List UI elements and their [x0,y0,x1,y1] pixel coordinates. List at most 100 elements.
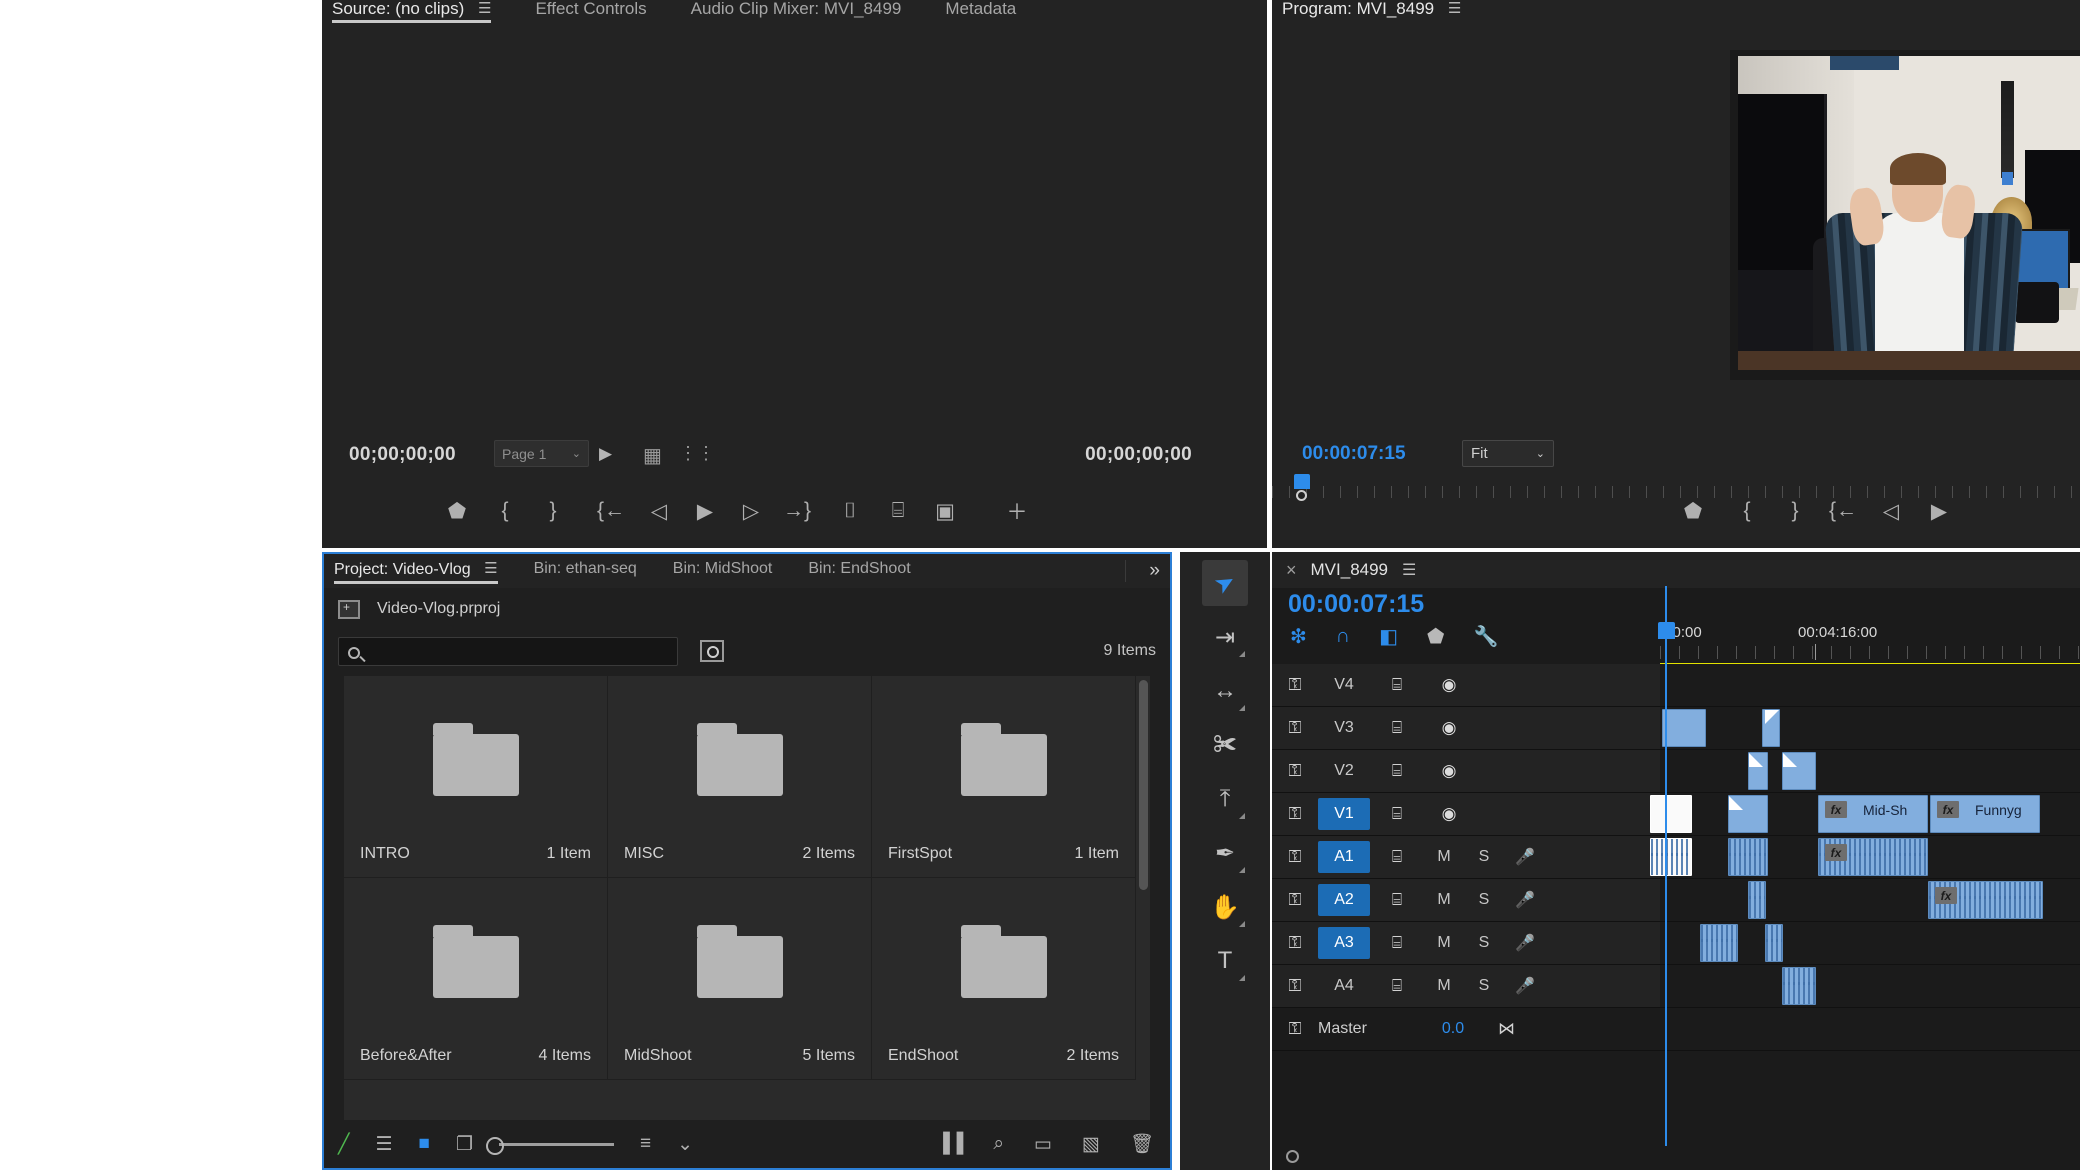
timeline-track-a2[interactable]: ⚿ A2 ⌸ M S 🎤 fx [1272,879,2080,922]
eye-icon[interactable]: ◉ [1424,761,1474,781]
mark-out-button[interactable]: } [1772,491,1818,531]
button-editor-button[interactable]: ＋ [994,491,1040,531]
project-grid-scrollbar[interactable] [1139,680,1148,890]
lock-icon[interactable]: ⚿ [1272,804,1318,824]
program-playhead-marker[interactable] [1294,474,1310,489]
linked-selection-toggle[interactable]: ❇ [1290,624,1307,649]
pan-icon[interactable]: ⋈ [1498,1019,1515,1039]
timeline-playhead-timecode[interactable]: 00:00:07:15 [1288,590,1424,619]
timeline-clip[interactable] [1762,709,1780,747]
lock-icon[interactable]: ⚿ [1272,847,1318,867]
tab-source[interactable]: Source: (no clips) ☰ [332,0,492,23]
mute-button[interactable]: M [1424,934,1464,952]
source-monitor-stage[interactable] [322,26,1267,428]
mark-out-button[interactable]: } [530,491,576,531]
close-icon[interactable]: × [1286,560,1297,581]
tab-metadata[interactable]: Metadata [945,0,1016,22]
tab-overflow-icon[interactable]: » [1149,560,1160,582]
new-item-button[interactable]: ▧ [1082,1132,1100,1156]
timeline-track-v1[interactable]: ⚿ V1 ⌸ ◉ fx Mid-Sh fx Funnyg [1272,793,2080,836]
track-name-a4[interactable]: A4 [1318,970,1370,1002]
eye-icon[interactable]: ◉ [1424,804,1474,824]
timeline-settings-button[interactable]: 🔧 [1473,624,1498,649]
settings-filmstrip-icon[interactable]: ▦ [643,443,662,468]
go-to-in-button[interactable]: {← [588,491,634,531]
ripple-edit-tool[interactable]: ↔ [1202,668,1248,714]
pen-tool[interactable]: ✒ [1202,830,1248,876]
timeline-track-v2[interactable]: ⚿ V2 ⌸ ◉ [1272,750,2080,793]
clip-fade-handle[interactable] [1729,796,1743,810]
sort-chevron-icon[interactable]: ⌄ [677,1133,693,1156]
track-sync-lock-icon[interactable]: ⌸ [1370,847,1424,867]
track-body-v4[interactable] [1660,664,2080,706]
lock-icon[interactable]: ⚿ [1272,675,1318,695]
timeline-clip[interactable]: fx Mid-Sh [1818,795,1928,833]
track-sync-lock-icon[interactable]: ⌸ [1370,761,1424,781]
track-sync-lock-icon[interactable]: ⌸ [1370,890,1424,910]
bin-item[interactable]: INTRO 1 Item [344,676,608,878]
timeline-track-a4[interactable]: ⚿ A4 ⌸ M S 🎤 [1272,965,2080,1008]
clip-fade-handle[interactable] [1783,753,1797,767]
sort-icons-button[interactable]: ❐ [456,1133,473,1156]
delete-button[interactable]: 🗑 [1130,1132,1154,1156]
timeline-ruler[interactable]: :00:00 00:04:16:00 [1660,624,2080,664]
timeline-zoom-handle[interactable] [1286,1150,1299,1163]
solo-button[interactable]: S [1464,934,1504,952]
icon-view-button[interactable]: ■ [419,1133,430,1155]
mute-button[interactable]: M [1424,891,1464,909]
timeline-clip[interactable]: fx [1818,838,1928,876]
microphone-icon[interactable]: 🎤 [1504,890,1546,910]
bin-item[interactable]: Before&After 4 Items [344,878,608,1080]
page-next-arrow-icon[interactable]: ▶ [599,444,612,464]
search-input[interactable] [338,636,678,666]
timeline-clip[interactable] [1728,795,1768,833]
tab-project-video-vlog[interactable]: Project: Video-Vlog ☰ [334,560,498,584]
program-monitor-stage[interactable] [1272,26,2080,428]
clip-fade-handle[interactable] [1749,753,1763,767]
mute-button[interactable]: M [1424,848,1464,866]
source-duration-timecode[interactable]: 00;00;00;00 [1085,444,1192,466]
timeline-track-a1[interactable]: ⚿ A1 ⌸ M S 🎤 fx [1272,836,2080,879]
lock-icon[interactable]: ⚿ [1272,761,1318,781]
lock-icon[interactable]: ⚿ [1272,933,1318,953]
track-sync-lock-icon[interactable]: ⌸ [1370,976,1424,996]
timeline-track-master[interactable]: ⚿ Master 0.0 ⋈ [1272,1008,2080,1051]
microphone-icon[interactable]: 🎤 [1504,976,1546,996]
solo-button[interactable]: S [1464,891,1504,909]
selection-tool[interactable]: ➤ [1202,560,1248,606]
timeline-clip[interactable] [1700,924,1738,962]
timeline-clip[interactable] [1650,838,1692,876]
track-sync-lock-icon[interactable]: ⌸ [1370,804,1424,824]
snap-toggle[interactable]: ∩ [1336,625,1350,648]
track-body-master[interactable] [1660,1008,2080,1050]
overwrite-button[interactable]: ⌸ [875,491,921,531]
timeline-clip[interactable] [1728,838,1768,876]
tab-audio-clip-mixer[interactable]: Audio Clip Mixer: MVI_8499 [691,0,902,22]
go-to-out-button[interactable]: →} [774,491,820,531]
clip-fade-handle[interactable] [1765,710,1779,724]
page-select-dropdown[interactable]: Page 1 ⌄ [494,440,589,467]
track-body-v2[interactable] [1660,750,2080,792]
zoom-slider[interactable] [486,1136,615,1155]
timeline-clip[interactable] [1748,752,1768,790]
play-stop-button[interactable]: ▶ [1916,491,1962,531]
marker-visibility-toggle[interactable]: ◧ [1379,624,1398,649]
track-name-a3[interactable]: A3 [1318,927,1370,959]
track-body-a1[interactable]: fx [1650,836,2080,878]
track-body-v1[interactable]: fx Mid-Sh fx Funnyg [1650,793,2080,835]
track-sync-lock-icon[interactable]: ⌸ [1370,933,1424,953]
insert-button[interactable]: ⌷ [827,491,873,531]
microphone-icon[interactable]: 🎤 [1504,847,1546,867]
tab-bin-ethan-seq[interactable]: Bin: ethan-seq [534,560,637,582]
tab-bin-endshoot[interactable]: Bin: EndShoot [808,560,910,582]
bin-item[interactable]: EndShoot 2 Items [872,878,1136,1080]
freeform-view-button[interactable]: ╱ [338,1133,349,1156]
go-to-in-button[interactable]: {← [1820,491,1866,531]
track-name-v4[interactable]: V4 [1318,669,1370,701]
find-button[interactable]: ⌕ [993,1132,1004,1156]
master-level-value[interactable]: 0.0 [1408,1020,1498,1038]
new-bin-button[interactable]: ▭ [1034,1132,1052,1156]
solo-button[interactable]: S [1464,977,1504,995]
track-name-a2[interactable]: A2 [1318,884,1370,916]
bin-item[interactable]: MISC 2 Items [608,676,872,878]
